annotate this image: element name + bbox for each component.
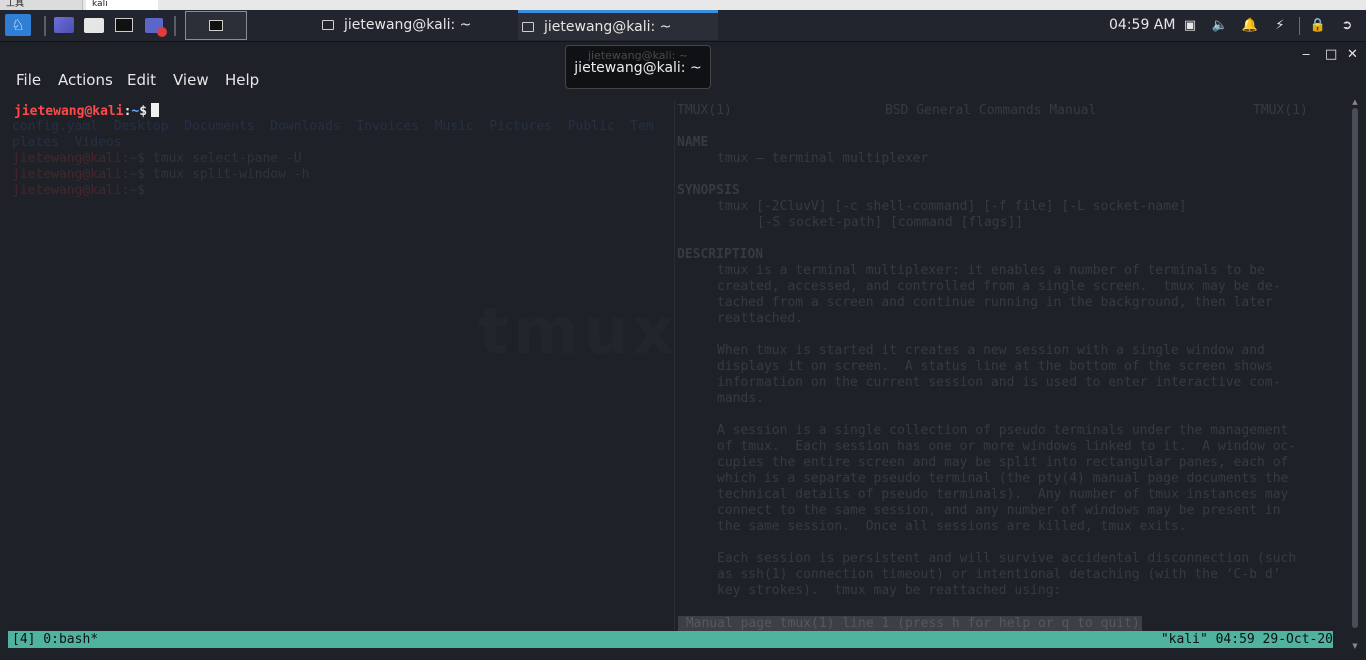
- tray-separator: [1299, 17, 1300, 35]
- scroll-up-icon[interactable]: ▲: [1351, 98, 1359, 106]
- man-text: tmux — terminal multiplexer: [717, 151, 929, 166]
- man-text: tmux [-2CluvV] [-c shell-command] [-f fi…: [717, 199, 1187, 214]
- history-command: tmux split-window -h: [152, 167, 310, 182]
- power-manager-icon[interactable]: ⚡: [1272, 17, 1288, 33]
- man-text: created, accessed, and controlled from a…: [717, 279, 1281, 294]
- minimize-button[interactable]: ‒: [1302, 47, 1310, 62]
- man-section-description: DESCRIPTION: [677, 247, 764, 262]
- man-text: When tmux is started it creates a new se…: [717, 343, 1265, 358]
- window-tooltip: jietewang@kali: ~ jietewang@kali: ~: [565, 45, 711, 89]
- file-manager-icon[interactable]: [82, 14, 106, 36]
- host-tab-strip: 工具 kali: [0, 0, 1366, 10]
- man-text: key strokes). tmux may be reattached usi…: [717, 583, 1062, 598]
- tmux-status-right: "kali" 04:59 29-Oct-20: [1160, 632, 1333, 647]
- man-header-center: BSD General Commands Manual: [885, 103, 1097, 118]
- menu-help[interactable]: Help: [225, 71, 259, 89]
- clock[interactable]: 04:59 AM: [1109, 17, 1175, 33]
- tmux-status-bar: [4] 0:bash* "kali" 04:59 29-Oct-20: [8, 631, 1333, 648]
- man-text: which is a separate pseudo terminal (the…: [717, 471, 1289, 486]
- man-text: mands.: [717, 391, 764, 406]
- man-text: connect to the same session, and any num…: [717, 503, 1281, 518]
- man-text: tmux is a terminal multiplexer: it enabl…: [717, 263, 1265, 278]
- man-section-synopsis: SYNOPSIS: [677, 183, 740, 198]
- man-text: displays it on screen. A status line at …: [717, 359, 1273, 374]
- maximize-button[interactable]: □: [1325, 47, 1337, 62]
- screen-recorder-icon[interactable]: [142, 14, 167, 37]
- lock-screen-icon[interactable]: 🔒: [1310, 17, 1326, 33]
- man-section-name: NAME: [677, 135, 709, 150]
- task-label: jietewang@kali: ~: [344, 17, 472, 33]
- man-text: tached from a screen and continue runnin…: [717, 295, 1273, 310]
- man-header-right: TMUX(1): [1253, 103, 1308, 118]
- terminal-window-icon: [522, 21, 534, 32]
- close-button[interactable]: ✕: [1347, 47, 1358, 62]
- show-desktop-icon[interactable]: [52, 14, 76, 36]
- tmux-window-list[interactable]: [4] 0:bash*: [12, 631, 98, 648]
- workspace-switcher[interactable]: [185, 11, 247, 40]
- man-text: technical details of pseudo terminals). …: [717, 487, 1289, 502]
- terminal-area[interactable]: tmux jietewang@kali:~$ config.yaml Deskt…: [8, 100, 1348, 648]
- man-header-left: TMUX(1): [677, 103, 732, 118]
- man-text: A session is a single collection of pseu…: [717, 423, 1289, 438]
- logout-icon[interactable]: ➲: [1339, 17, 1355, 33]
- menu-view[interactable]: View: [173, 71, 209, 89]
- notification-bell-icon[interactable]: 🔔: [1242, 17, 1258, 33]
- terminal-scrollbar[interactable]: ▲ ▼: [1351, 98, 1359, 650]
- prompt-user: jietewang@kali: [14, 104, 124, 119]
- task-label: jietewang@kali: ~: [544, 18, 672, 35]
- pane-divider[interactable]: [674, 100, 675, 630]
- task-button-terminal-2[interactable]: jietewang@kali: ~: [518, 10, 718, 40]
- menu-file[interactable]: File: [16, 71, 41, 89]
- host-tab-kali[interactable]: kali: [86, 0, 158, 10]
- host-tab-tools[interactable]: 工具: [0, 0, 83, 10]
- volume-icon[interactable]: 🔈: [1212, 17, 1228, 33]
- history-command-line: jietewang@kali:~$ tmux select-pane -U: [12, 151, 302, 166]
- man-text: the same session. Once all sessions are …: [717, 519, 1187, 534]
- taskbar-separator: [44, 16, 46, 36]
- man-status-line: Manual page tmux(1) line 1 (press h for …: [678, 616, 1142, 631]
- menu-actions[interactable]: Actions: [58, 71, 113, 89]
- terminal-launcher-icon[interactable]: [112, 14, 136, 36]
- scroll-down-icon[interactable]: ▼: [1351, 642, 1359, 650]
- task-button-terminal-1[interactable]: jietewang@kali: ~: [322, 10, 512, 40]
- man-text: [-S socket-path] [command [flags]]: [757, 215, 1024, 230]
- prompt-sign: $: [139, 104, 148, 119]
- scrollbar-thumb[interactable]: [1352, 108, 1358, 628]
- text-cursor: [151, 103, 160, 117]
- history-command: tmux select-pane -U: [152, 151, 302, 166]
- history-command-line: jietewang@kali:~$ tmux split-window -h: [12, 167, 310, 182]
- man-text: reattached.: [717, 311, 804, 326]
- man-text: cupies the entire screen and may be spli…: [717, 455, 1289, 470]
- man-text: information on the current session and i…: [717, 375, 1281, 390]
- ls-output-line: config.yaml Desktop Documents Downloads …: [12, 119, 654, 134]
- background-watermark: tmux: [478, 295, 679, 369]
- active-prompt-line: jietewang@kali:~$: [14, 103, 160, 120]
- menu-edit[interactable]: Edit: [127, 71, 156, 89]
- man-text: of tmux. Each session has one or more wi…: [717, 439, 1297, 454]
- kali-menu-icon[interactable]: ♘: [5, 14, 31, 36]
- display-icon[interactable]: ▣: [1182, 17, 1198, 33]
- man-text: as ssh(1) connection timeout) or intenti…: [717, 567, 1281, 582]
- taskbar: ♘ jietewang@kali: ~ jietewang@kali: ~ 04…: [0, 10, 1366, 42]
- history-prompt-line: jietewang@kali:~$: [12, 183, 146, 198]
- man-text: Each session is persistent and will surv…: [717, 551, 1297, 566]
- taskbar-separator: [174, 16, 176, 36]
- terminal-window-icon: [322, 20, 334, 30]
- ls-output-line: plates Videos: [12, 135, 122, 150]
- tooltip-title: jietewang@kali: ~: [574, 60, 702, 76]
